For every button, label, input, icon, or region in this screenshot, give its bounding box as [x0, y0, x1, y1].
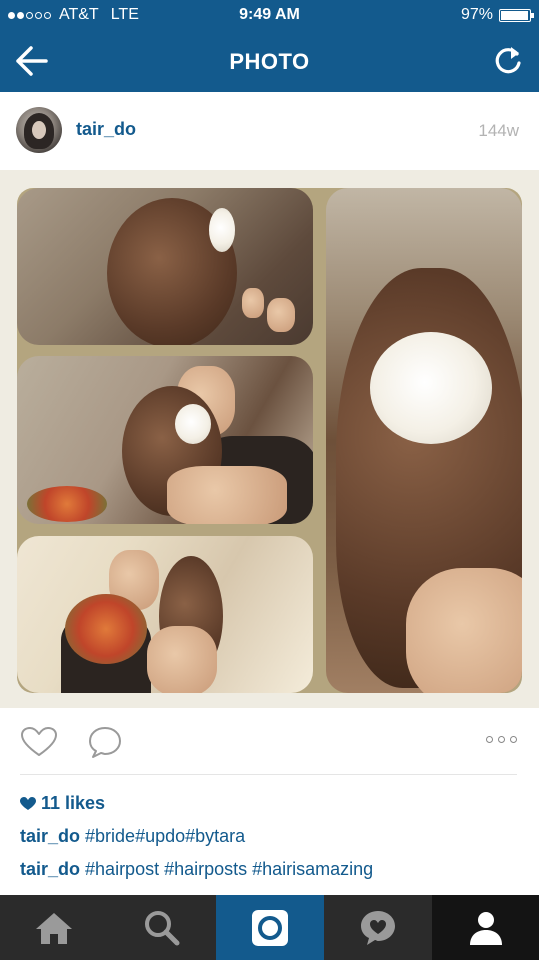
tab-bar [0, 895, 539, 960]
avatar[interactable] [16, 107, 62, 153]
collage-tile-4 [326, 188, 522, 693]
collage-tile-3 [17, 536, 313, 693]
profile-icon [469, 911, 502, 945]
caption-line: tair_do #hairpost #hairposts #hairisamaz… [20, 859, 373, 880]
caption-username[interactable]: tair_do [20, 826, 80, 846]
post-username[interactable]: tair_do [76, 119, 136, 140]
battery-percent: 97% [460, 6, 493, 23]
likes-count[interactable]: 11 likes [20, 793, 105, 814]
like-heart-icon [20, 796, 36, 810]
more-options-icon[interactable] [486, 736, 517, 743]
status-bar: AT&T LTE 9:49 AM 97% [0, 0, 539, 30]
caption-text[interactable]: #bride#updo#bytara [85, 826, 245, 846]
caption-line: tair_do #bride#updo#bytara [20, 826, 245, 847]
clock: 9:49 AM [239, 6, 300, 23]
tab-activity[interactable] [324, 895, 432, 960]
page-title: PHOTO [229, 49, 310, 74]
caption-text[interactable]: #hairpost #hairposts #hairisamazing [85, 859, 373, 879]
battery-icon [499, 8, 534, 22]
activity-icon [361, 910, 395, 945]
collage-tile-1 [17, 188, 313, 345]
nav-bar: PHOTO [0, 30, 539, 92]
divider [20, 774, 517, 775]
tab-home[interactable] [0, 895, 108, 960]
tab-camera[interactable] [216, 895, 324, 960]
home-icon [36, 912, 72, 944]
heart-icon[interactable] [20, 726, 58, 758]
post-age: 144w [478, 121, 519, 140]
camera-icon [252, 909, 288, 946]
post-actions [0, 708, 539, 774]
likes-label: 11 likes [41, 793, 106, 813]
battery-indicator: 97% [460, 6, 534, 24]
caption-username[interactable]: tair_do [20, 859, 80, 879]
post-header: tair_do 144w [0, 92, 539, 170]
refresh-icon[interactable] [491, 44, 525, 78]
search-icon [145, 910, 180, 945]
post-photo[interactable] [0, 170, 539, 708]
comment-icon[interactable] [87, 725, 123, 759]
tab-explore[interactable] [108, 895, 216, 960]
tab-profile[interactable] [432, 895, 539, 960]
collage-tile-2 [17, 356, 313, 524]
